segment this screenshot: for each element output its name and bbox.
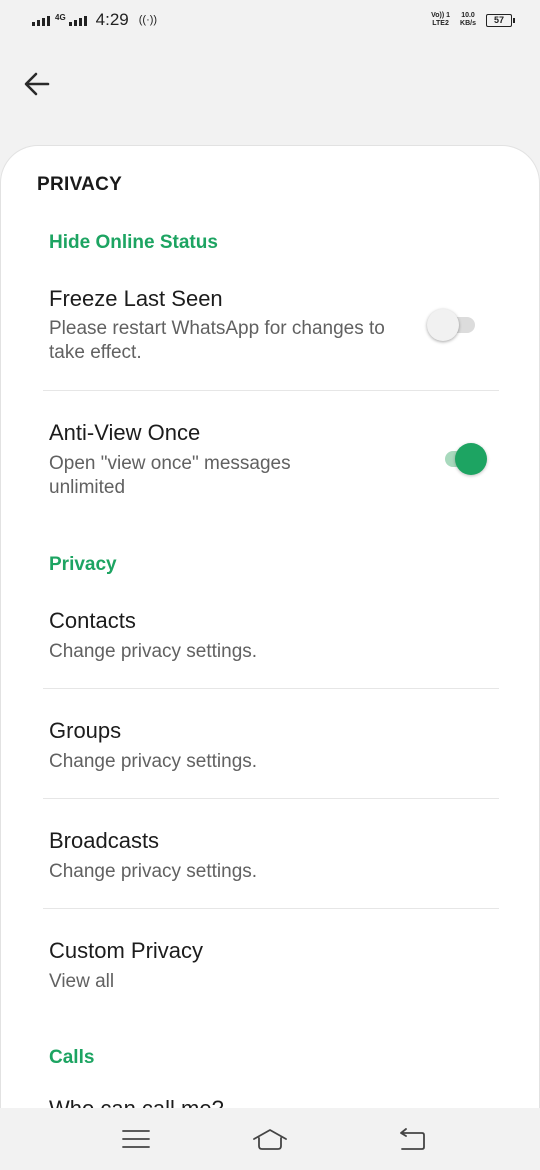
setting-title: Custom Privacy xyxy=(49,938,204,963)
setting-subtitle: Change privacy settings. xyxy=(49,751,258,772)
network-type: 4G xyxy=(55,13,66,22)
arrow-left-icon xyxy=(24,72,50,96)
home-button[interactable] xyxy=(250,1122,290,1156)
setting-broadcasts[interactable]: Broadcasts Change privacy settings. xyxy=(1,816,539,906)
battery-icon: 57 xyxy=(486,13,515,27)
setting-title: Groups xyxy=(49,718,122,743)
settings-card: PRIVACY Hide Online Status Freeze Last S… xyxy=(0,145,540,1108)
signal-icon xyxy=(32,14,50,26)
home-icon xyxy=(253,1129,287,1150)
lte-label: LTE2 xyxy=(432,20,449,27)
toggle-thumb xyxy=(427,309,459,341)
setting-title: Who can call me? xyxy=(49,1100,224,1108)
setting-subtitle: Open "view once" messages unlimited xyxy=(49,453,291,498)
toggle-thumb xyxy=(455,443,487,475)
divider xyxy=(43,390,499,391)
anti-view-once-toggle[interactable] xyxy=(437,443,489,475)
setting-custom-privacy[interactable]: Custom Privacy View all xyxy=(1,926,539,1016)
divider xyxy=(43,798,499,799)
section-hide-online-status: Hide Online Status xyxy=(49,232,218,253)
volte-label: Vo)) 1 xyxy=(431,12,451,19)
speed-value: 10.0 xyxy=(461,12,475,19)
section-calls: Calls xyxy=(49,1047,95,1068)
divider xyxy=(43,688,499,689)
freeze-last-seen-toggle[interactable] xyxy=(427,309,477,341)
setting-freeze-last-seen[interactable]: Freeze Last Seen Please restart WhatsApp… xyxy=(1,276,539,386)
setting-title: Contacts xyxy=(49,608,136,633)
setting-title: Anti-View Once xyxy=(49,420,201,445)
network-speed: 10.0 KB/s xyxy=(460,12,476,28)
menu-icon xyxy=(122,1130,150,1148)
battery-level: 57 xyxy=(493,14,504,25)
setting-contacts[interactable]: Contacts Change privacy settings. xyxy=(1,596,539,686)
menu-button[interactable] xyxy=(116,1122,156,1156)
hotspot-icon: ((·)) xyxy=(138,14,158,26)
setting-anti-view-once[interactable]: Anti-View Once Open "view once" messages… xyxy=(1,411,539,521)
back-nav-button[interactable] xyxy=(392,1122,432,1156)
status-right: Vo)) 1 LTE2 10.0 KB/s 57 xyxy=(431,12,515,28)
setting-subtitle: View all xyxy=(49,971,115,992)
status-bar: 4G 4:29 ((·)) Vo)) 1 LTE2 10.0 KB/s 57 xyxy=(0,0,540,44)
setting-who-can-call[interactable]: Who can call me? xyxy=(49,1100,224,1108)
back-button[interactable] xyxy=(18,64,58,104)
setting-title: Broadcasts xyxy=(49,828,160,853)
setting-title: Freeze Last Seen xyxy=(49,286,223,311)
setting-subtitle: Please restart WhatsApp for changes to t… xyxy=(49,318,385,363)
clock: 4:29 xyxy=(95,10,129,29)
page-title: PRIVACY xyxy=(37,174,123,195)
status-left: 4G 4:29 ((·)) xyxy=(32,10,157,30)
signal-icon-2 xyxy=(68,14,87,26)
setting-subtitle: Change privacy settings. xyxy=(49,641,258,662)
back-icon xyxy=(400,1128,425,1150)
speed-unit: KB/s xyxy=(460,20,476,27)
setting-groups[interactable]: Groups Change privacy settings. xyxy=(1,706,539,796)
setting-subtitle: Change privacy settings. xyxy=(49,861,258,882)
volte-indicator: Vo)) 1 LTE2 xyxy=(431,12,450,28)
section-privacy: Privacy xyxy=(49,554,117,575)
navigation-bar xyxy=(0,1108,540,1170)
divider xyxy=(43,908,499,909)
